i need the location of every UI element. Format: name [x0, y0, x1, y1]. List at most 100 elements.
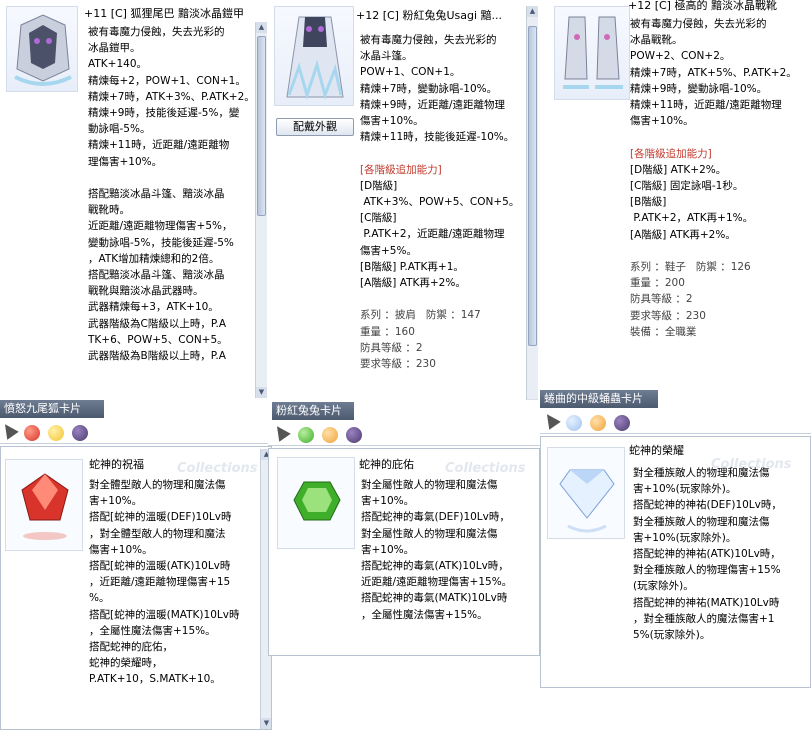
description-line: 要求等級 ：230	[630, 309, 706, 322]
yellow-gem-slot-icon[interactable]	[48, 425, 64, 441]
orange-gem-slot-icon[interactable]	[322, 427, 338, 443]
card-title: 蛇神的榮耀	[629, 444, 684, 457]
description-line: 武器階級為C階級以上時，P.A	[88, 317, 227, 330]
scroll-up-arrow-icon[interactable]: ▲	[527, 6, 538, 17]
description-line: 動詠唱-5%。	[88, 123, 151, 136]
description-line: 近距離/遠距離物理傷害+15%。	[361, 576, 513, 589]
description-line: 搭配蛇神的毒氣(DEF)10Lv時，	[361, 511, 510, 524]
scroll-down-arrow-icon[interactable]: ▼	[527, 399, 538, 400]
description-line: 害+10%。	[361, 495, 415, 508]
card-description: 對全體型敵人的物理和魔法傷 害+10%。 搭配[蛇神的溫暖(DEF)10Lv時 ，對全…	[89, 477, 265, 688]
description-line: [D階級]	[360, 179, 398, 192]
description-line: 害+10%(玩家除外)。	[633, 483, 737, 496]
description-line: [B階級]	[630, 196, 667, 209]
description-line: 對全屬性敵人的物理和魔法傷	[361, 527, 498, 540]
scroll-thumb[interactable]	[257, 36, 266, 216]
description-line: 要求等級 ：230	[360, 358, 436, 371]
description-line: 對全體型敵人的物理和魔法傷	[89, 479, 226, 491]
description-line: 戰靴與黯淡冰晶武器時。	[88, 285, 204, 298]
scroll-up-arrow-icon[interactable]: ▲	[256, 22, 267, 33]
description-line: 冰晶戰靴。	[630, 34, 683, 47]
description-line	[630, 129, 806, 145]
description-line: ATK+3%、POW+5、CON+5。	[360, 196, 520, 209]
description-line: 系列 ：披肩 防禦 ：147	[360, 309, 481, 322]
description-line: 對全種族敵人的物理傷害+15%	[633, 564, 781, 577]
description-line: 傷害+10%。	[630, 115, 694, 128]
description-line: 對全種族敵人的物理和魔法傷	[633, 467, 770, 479]
item-tooltip-boots: +12 [C] 極高的 黯淡冰晶戰靴 被有毒魔力侵蝕，失去光彩的 冰晶戰靴。 POW…	[540, 0, 811, 388]
description-line: 害+10%(玩家除外)。	[633, 531, 737, 544]
description-scrollbar[interactable]: ▲ ▼	[255, 22, 267, 398]
scroll-down-arrow-icon[interactable]: ▼	[261, 718, 271, 729]
description-line: 搭配黯淡冰晶斗篷、黯淡冰晶	[88, 269, 225, 282]
description-line: 防具等級 ：2	[630, 293, 693, 306]
item-title: +12 [C] 極高的 黯淡冰晶戰靴	[628, 0, 777, 12]
description-line: POW+2、CON+2。	[630, 50, 731, 63]
description-line: 搭配蛇神的毒氣(MATK)10Lv時	[361, 592, 508, 605]
red-gem-slot-icon[interactable]	[24, 425, 40, 441]
description-line: 搭配黯淡冰晶斗篷、黯淡冰晶	[88, 188, 225, 201]
item-description: 被有毒魔力侵蝕，失去光彩的 冰晶斗篷。 POW+1、CON+1。 精煉+7時，變動詠唱…	[360, 32, 528, 372]
description-line: 傷害+5%。	[360, 244, 417, 257]
description-line: ，全屬性魔法傷害+15%。	[89, 624, 216, 637]
description-line: 5%(玩家除外)。	[633, 629, 711, 642]
card-gem-frame	[547, 447, 625, 539]
mouse-cursor-icon	[271, 422, 291, 442]
description-line: [A階級] ATK再+2%。	[360, 277, 466, 290]
description-line: 變動詠唱-5%，技能後延遲-5%	[88, 236, 234, 249]
scroll-down-arrow-icon[interactable]: ▼	[256, 387, 267, 398]
description-line: 被有毒魔力侵蝕，失去光彩的	[630, 18, 767, 30]
description-line: [C階級]	[360, 212, 397, 225]
card-tooltip: 蛇神的庇佑 Collections 對全屬性敵人的物理和魔法傷 害+10%。 搭配蛇…	[268, 448, 540, 656]
description-line: TK+6、POW+5、CON+5。	[88, 333, 228, 346]
card-slot-bar: 憤怒九尾狐卡片	[0, 400, 104, 418]
armor-icon	[14, 14, 72, 86]
description-scrollbar[interactable]: ▲ ▼	[526, 6, 538, 400]
description-line: 防具等級 ：2	[360, 341, 423, 354]
card-slot-bar: 蜷曲的中級蛹蟲卡片	[540, 390, 658, 408]
cloak-icon	[286, 16, 344, 101]
description-line: 傷害+10%。	[360, 115, 424, 128]
description-line	[360, 145, 528, 161]
description-line: P.ATK+2，近距離/遠距離物理	[360, 228, 505, 241]
description-line: 精煉+9時，變動詠唱-10%。	[630, 82, 768, 95]
orange-gem-slot-icon[interactable]	[590, 415, 606, 431]
description-line: POW+1、CON+1。	[360, 66, 461, 79]
wear-appearance-button[interactable]: 配戴外觀	[276, 118, 354, 136]
description-line: 精煉+11時，近距離/遠距離物	[88, 139, 230, 152]
card-title: 蛇神的庇佑	[359, 458, 414, 471]
description-line: 搭配[蛇神的溫暖(DEF)10Lv時	[89, 511, 232, 524]
description-line: (玩家除外)。	[633, 580, 694, 593]
description-line: 傷害+10%。	[89, 543, 153, 556]
green-gem-slot-icon[interactable]	[298, 427, 314, 443]
scroll-thumb[interactable]	[528, 26, 537, 346]
item-description: 被有毒魔力侵蝕，失去光彩的 冰晶戰靴。 POW+2、CON+2。 精煉+7時，ATK+…	[630, 16, 806, 340]
item-title: +11 [C] 狐狸尾巴 黯淡冰晶鎧甲	[84, 7, 244, 20]
green-gem-icon	[293, 481, 341, 521]
card-tooltip: 蛇神的榮耀 Collections 對全種族敵人的物理和魔法傷 害+10%(玩家除…	[540, 436, 811, 688]
description-line: 理傷害+10%。	[88, 155, 163, 168]
description-line: 冰晶斗篷。	[360, 50, 413, 63]
purple-gem-slot-icon[interactable]	[346, 427, 362, 443]
purple-gem-slot-icon[interactable]	[72, 425, 88, 441]
description-line: [各階級追加能力]	[630, 147, 712, 160]
description-line: 近距離/遠距離物理傷害+5%，	[88, 220, 233, 233]
description-line: 搭配蛇神的神祐(MATK)10Lv時	[633, 596, 780, 609]
card-gem-frame	[5, 459, 83, 551]
description-line: P.ATK+2，ATK再+1%。	[630, 212, 754, 225]
description-line: 裝備 ：全職業	[630, 325, 697, 338]
blue-gem-slot-icon[interactable]	[566, 415, 582, 431]
mouse-cursor-icon	[0, 420, 19, 440]
red-gem-icon	[21, 473, 69, 540]
card-slot-row	[0, 420, 268, 444]
description-line: P.ATK+10，S.MATK+10。	[89, 673, 221, 686]
description-line: 武器階級為B階級以上時，P.A	[88, 350, 226, 363]
card-tooltip: 蛇神的祝福 Collections 對全體型敵人的物理和魔法傷 害+10%。 搭配[…	[0, 446, 272, 730]
description-line: 冰晶鎧甲。	[88, 42, 141, 55]
description-line: 搭配蛇神的神祐(ATK)10Lv時，	[633, 548, 781, 561]
purple-gem-slot-icon[interactable]	[614, 415, 630, 431]
description-line: 戰靴時。	[88, 204, 130, 217]
item-tooltip-cloak: +12 [C] 粉紅兔兔Usagi 黯... 配戴外觀 被有毒魔力侵蝕，失去光彩…	[268, 0, 540, 400]
card-slot-bar: 粉紅兔兔卡片	[272, 402, 354, 420]
card-gem-frame	[277, 457, 355, 549]
